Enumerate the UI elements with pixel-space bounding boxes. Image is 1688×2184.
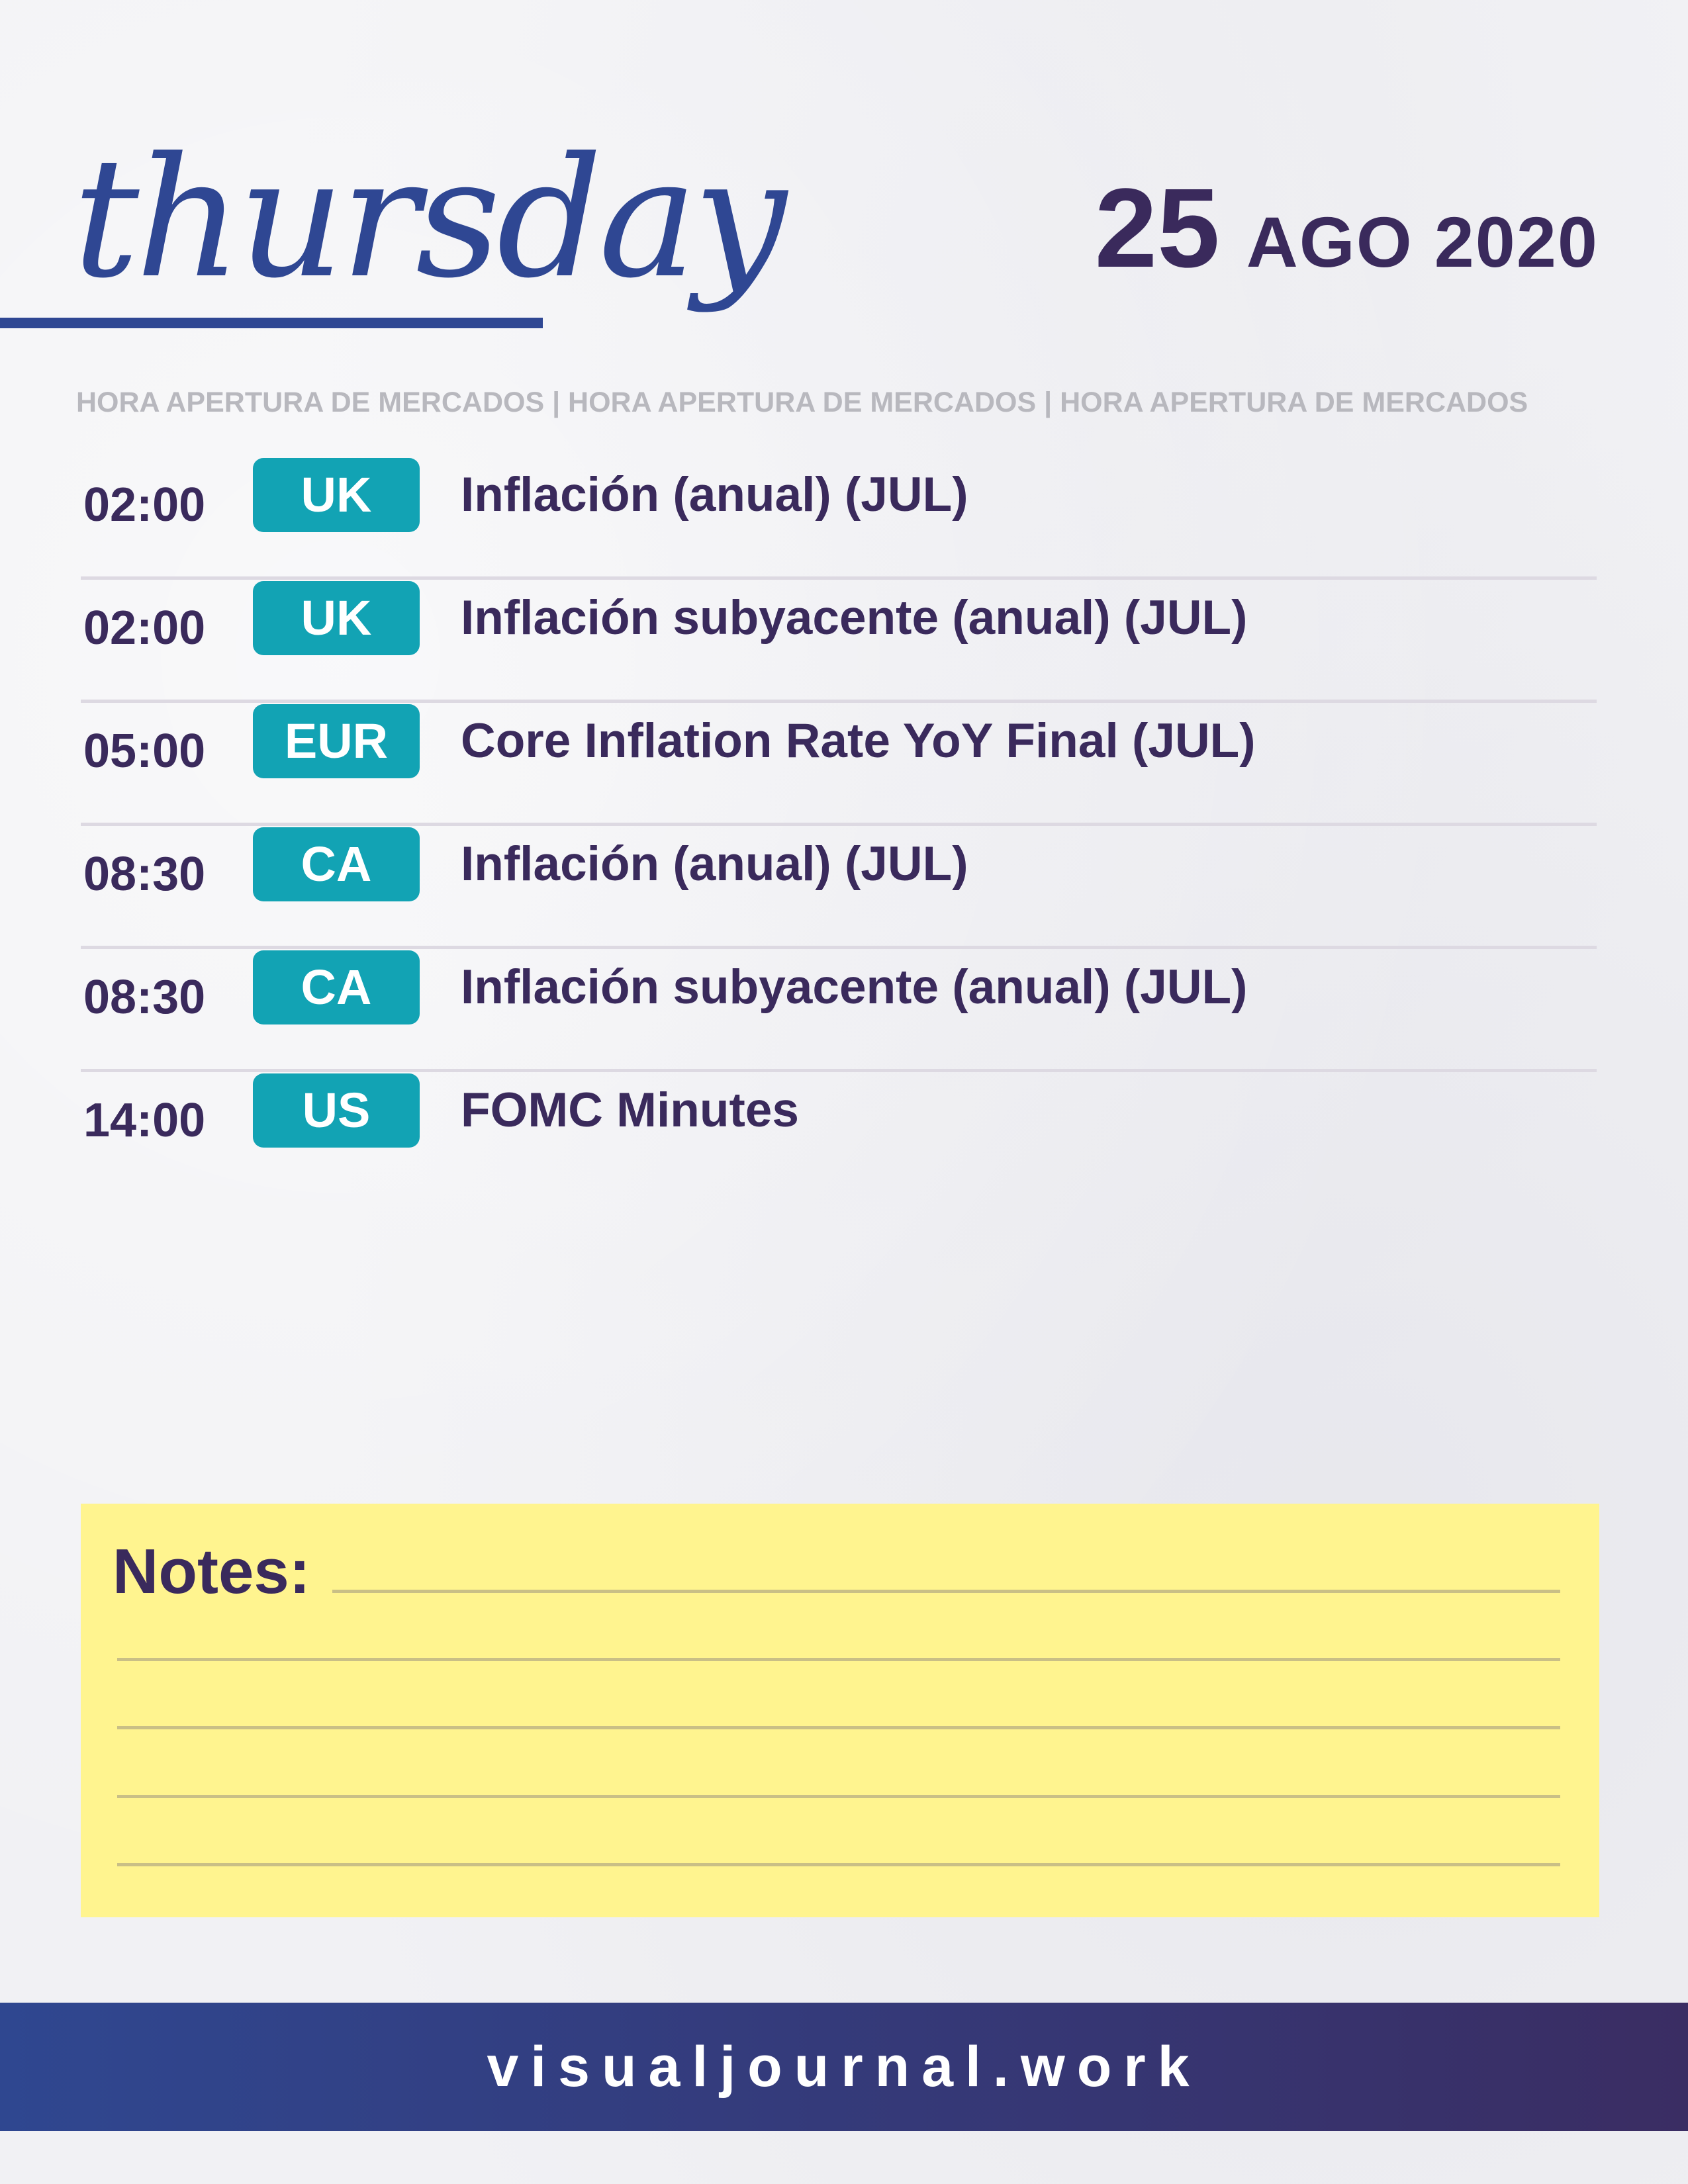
note-line bbox=[117, 1863, 1560, 1866]
notes-label: Notes: bbox=[113, 1536, 310, 1607]
subtitle-market-hours: HORA APERTURA DE MERCADOS | HORA APERTUR… bbox=[76, 387, 1528, 418]
region-badge: UK bbox=[253, 581, 420, 655]
note-line bbox=[117, 1726, 1560, 1729]
note-line bbox=[332, 1590, 1560, 1593]
region-badge: EUR bbox=[253, 704, 420, 778]
event-time: 05:00 bbox=[83, 725, 206, 778]
date-month-year: AGO 2020 bbox=[1246, 202, 1599, 282]
event-time: 08:30 bbox=[83, 971, 206, 1024]
region-badge: CA bbox=[253, 950, 420, 1024]
title-underline bbox=[0, 318, 543, 328]
event-title: FOMC Minutes bbox=[461, 1083, 799, 1137]
event-title: Inflación (anual) (JUL) bbox=[461, 468, 968, 522]
event-title: Inflación subyacente (anual) (JUL) bbox=[461, 960, 1248, 1014]
region-badge: CA bbox=[253, 827, 420, 901]
event-time: 08:30 bbox=[83, 848, 206, 901]
day-title: thursday bbox=[73, 122, 787, 314]
region-badge: UK bbox=[253, 458, 420, 532]
date-day: 25 bbox=[1094, 165, 1220, 291]
notes-box[interactable]: Notes: bbox=[81, 1504, 1599, 1917]
event-row: 02:00 UK Inflación (anual) (JUL) bbox=[81, 457, 1597, 580]
note-line bbox=[117, 1658, 1560, 1661]
event-time: 02:00 bbox=[83, 602, 206, 655]
event-row: 05:00 EUR Core Inflation Rate YoY Final … bbox=[81, 703, 1597, 826]
event-time: 14:00 bbox=[83, 1094, 206, 1147]
events-list: 02:00 UK Inflación (anual) (JUL) 02:00 U… bbox=[81, 457, 1597, 1195]
date-display: 25 AGO 2020 bbox=[1095, 169, 1599, 288]
event-row: 08:30 CA Inflación (anual) (JUL) bbox=[81, 826, 1597, 949]
event-row: 08:30 CA Inflación subyacente (anual) (J… bbox=[81, 949, 1597, 1072]
footer-banner: visualjournal.work bbox=[0, 2003, 1688, 2131]
event-row: 14:00 US FOMC Minutes bbox=[81, 1072, 1597, 1195]
region-badge: US bbox=[253, 1073, 420, 1148]
event-title: Core Inflation Rate YoY Final (JUL) bbox=[461, 714, 1256, 768]
event-time: 02:00 bbox=[83, 478, 206, 531]
event-row: 02:00 UK Inflación subyacente (anual) (J… bbox=[81, 580, 1597, 703]
footer-website[interactable]: visualjournal.work bbox=[487, 2034, 1201, 2100]
note-line bbox=[117, 1795, 1560, 1798]
event-title: Inflación (anual) (JUL) bbox=[461, 837, 968, 891]
event-title: Inflación subyacente (anual) (JUL) bbox=[461, 591, 1248, 645]
